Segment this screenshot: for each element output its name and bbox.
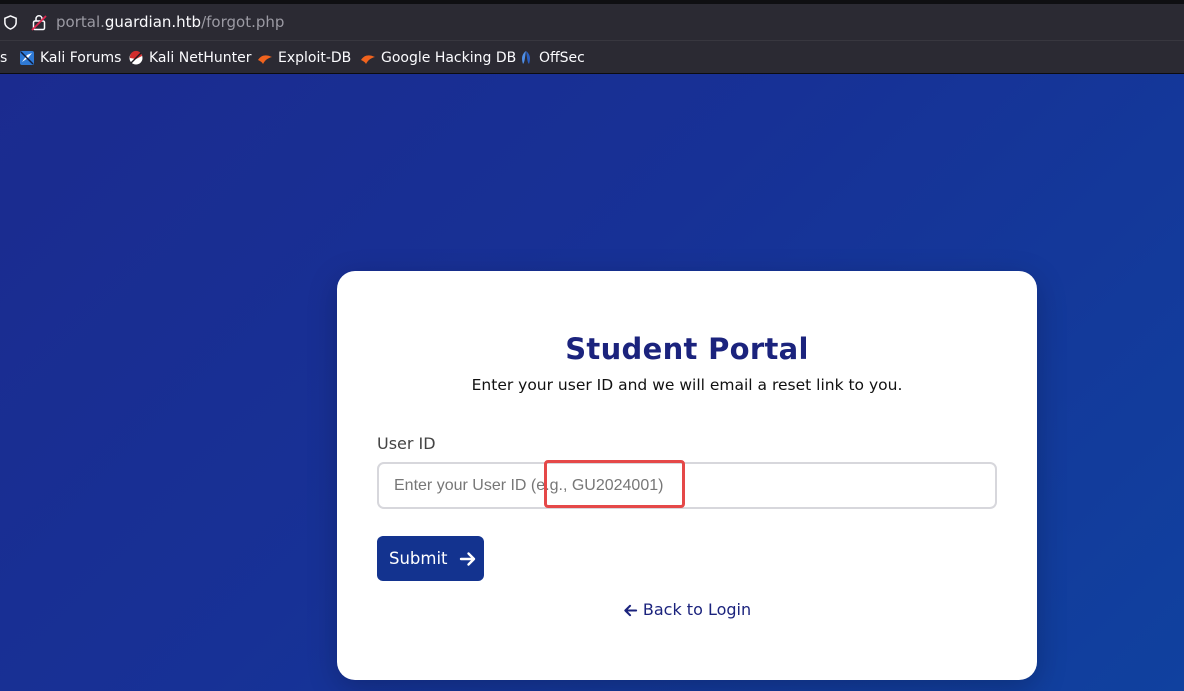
insecure-lock-icon[interactable] [31, 14, 47, 31]
forgot-password-card: Student Portal Enter your user ID and we… [337, 271, 1037, 680]
bookmark-label: Kali NetHunter [149, 50, 252, 66]
user-id-label: User ID [377, 434, 436, 453]
bookmark-google-hacking-db[interactable]: Google Hacking DB [360, 49, 516, 67]
page-subtitle: Enter your user ID and we will email a r… [471, 376, 903, 394]
bookmark-exploit-db[interactable]: Exploit-DB [257, 49, 351, 67]
bookmark-label: OffSec [539, 50, 585, 66]
submit-label: Submit [389, 549, 448, 568]
back-to-login-link[interactable]: Back to Login [337, 601, 1037, 619]
arrow-left-icon [624, 604, 638, 616]
offsec-icon [522, 51, 530, 64]
submit-button[interactable]: Submit [377, 536, 484, 581]
user-id-input[interactable] [377, 462, 997, 509]
url-path: /forgot.php [201, 13, 285, 31]
page-background: Student Portal Enter your user ID and we… [0, 74, 1184, 691]
bookmark-kali-forums[interactable]: Kali Forums [19, 49, 121, 67]
exploit-db-icon [258, 55, 272, 64]
bookmarks-toolbar: s Kali Forums Kali NetHunter Exploit-DB … [0, 40, 1184, 74]
kali-forums-icon [20, 51, 34, 65]
url-text[interactable]: portal.guardian.htb/forgot.php [56, 13, 284, 31]
bookmark-label: Kali Forums [40, 50, 122, 66]
url-domain: guardian.htb [104, 13, 202, 31]
back-to-login-label: Back to Login [642, 600, 752, 619]
bookmark-label: Exploit-DB [278, 50, 352, 66]
kali-nethunter-icon [129, 50, 143, 65]
bookmark-label: s [0, 50, 8, 66]
ghdb-icon [361, 55, 375, 64]
bookmark-kali-nethunter[interactable]: Kali NetHunter [128, 49, 251, 67]
bookmark-truncated[interactable]: s [0, 49, 7, 67]
url-prefix: portal. [56, 13, 105, 31]
tracking-shield-icon[interactable] [3, 15, 18, 30]
page-title: Student Portal [565, 332, 809, 366]
arrow-right-icon [459, 551, 475, 566]
url-bar[interactable]: portal.guardian.htb/forgot.php [0, 4, 1184, 40]
bookmark-label: Google Hacking DB [381, 50, 517, 66]
bookmark-offsec[interactable]: OffSec [518, 49, 585, 67]
